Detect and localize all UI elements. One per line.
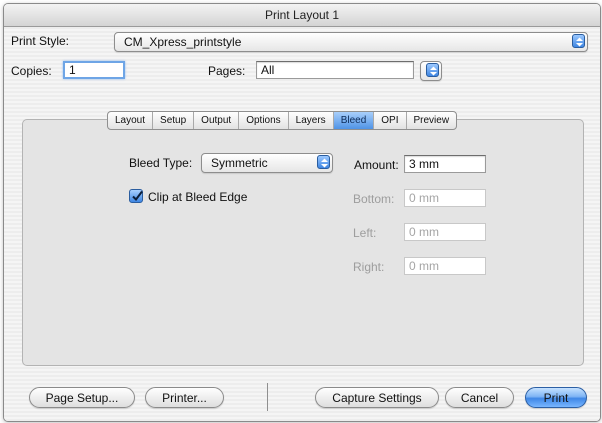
pages-popup-button[interactable] [420, 61, 442, 81]
updown-arrows-icon [317, 155, 330, 169]
capture-settings-button[interactable]: Capture Settings [315, 387, 439, 408]
updown-arrows-icon [572, 34, 585, 48]
tab-bleed[interactable]: Bleed [333, 112, 375, 129]
left-label: Left: [353, 226, 377, 240]
print-style-value: CM_Xpress_printstyle [124, 35, 242, 49]
tab-opi[interactable]: OPI [374, 112, 407, 129]
pages-field[interactable]: All [256, 61, 414, 79]
print-style-label: Print Style: [11, 34, 70, 48]
bleed-type-popup[interactable]: Symmetric [201, 153, 333, 173]
tab-layers[interactable]: Layers [289, 112, 334, 129]
left-field: 0 mm [404, 223, 486, 241]
cancel-button[interactable]: Cancel [445, 387, 514, 408]
print-style-popup[interactable]: CM_Xpress_printstyle [114, 32, 588, 52]
print-dialog: Print Layout 1 Print Style: CM_Xpress_pr… [3, 3, 601, 422]
pages-label: Pages: [208, 64, 246, 78]
tab-options[interactable]: Options [239, 112, 289, 129]
right-field: 0 mm [404, 257, 486, 275]
button-separator [267, 383, 268, 411]
tab-layout[interactable]: Layout [108, 112, 154, 129]
checkmark-icon [132, 190, 143, 202]
window-title: Print Layout 1 [4, 4, 600, 27]
clip-at-bleed-edge-label[interactable]: Clip at Bleed Edge [148, 190, 247, 204]
amount-field[interactable]: 3 mm [404, 155, 486, 173]
updown-arrows-icon [426, 63, 439, 77]
bottom-field: 0 mm [404, 189, 486, 207]
clip-at-bleed-edge-checkbox[interactable] [129, 189, 143, 203]
tab-setup[interactable]: Setup [153, 112, 195, 129]
page-setup-button[interactable]: Page Setup... [29, 387, 135, 408]
copies-field[interactable]: 1 [63, 61, 125, 79]
tab-bar: Layout Setup Output Options Layers Bleed… [107, 111, 458, 130]
bottom-label: Bottom: [353, 192, 395, 206]
bleed-type-value: Symmetric [211, 156, 268, 170]
bleed-type-label: Bleed Type: [129, 156, 193, 170]
copies-label: Copies: [11, 64, 52, 78]
print-button[interactable]: Print [525, 387, 587, 408]
tab-preview[interactable]: Preview [407, 112, 457, 129]
printer-button[interactable]: Printer... [145, 387, 224, 408]
tab-output[interactable]: Output [194, 112, 240, 129]
right-label: Right: [353, 260, 385, 274]
amount-label: Amount: [354, 158, 399, 172]
